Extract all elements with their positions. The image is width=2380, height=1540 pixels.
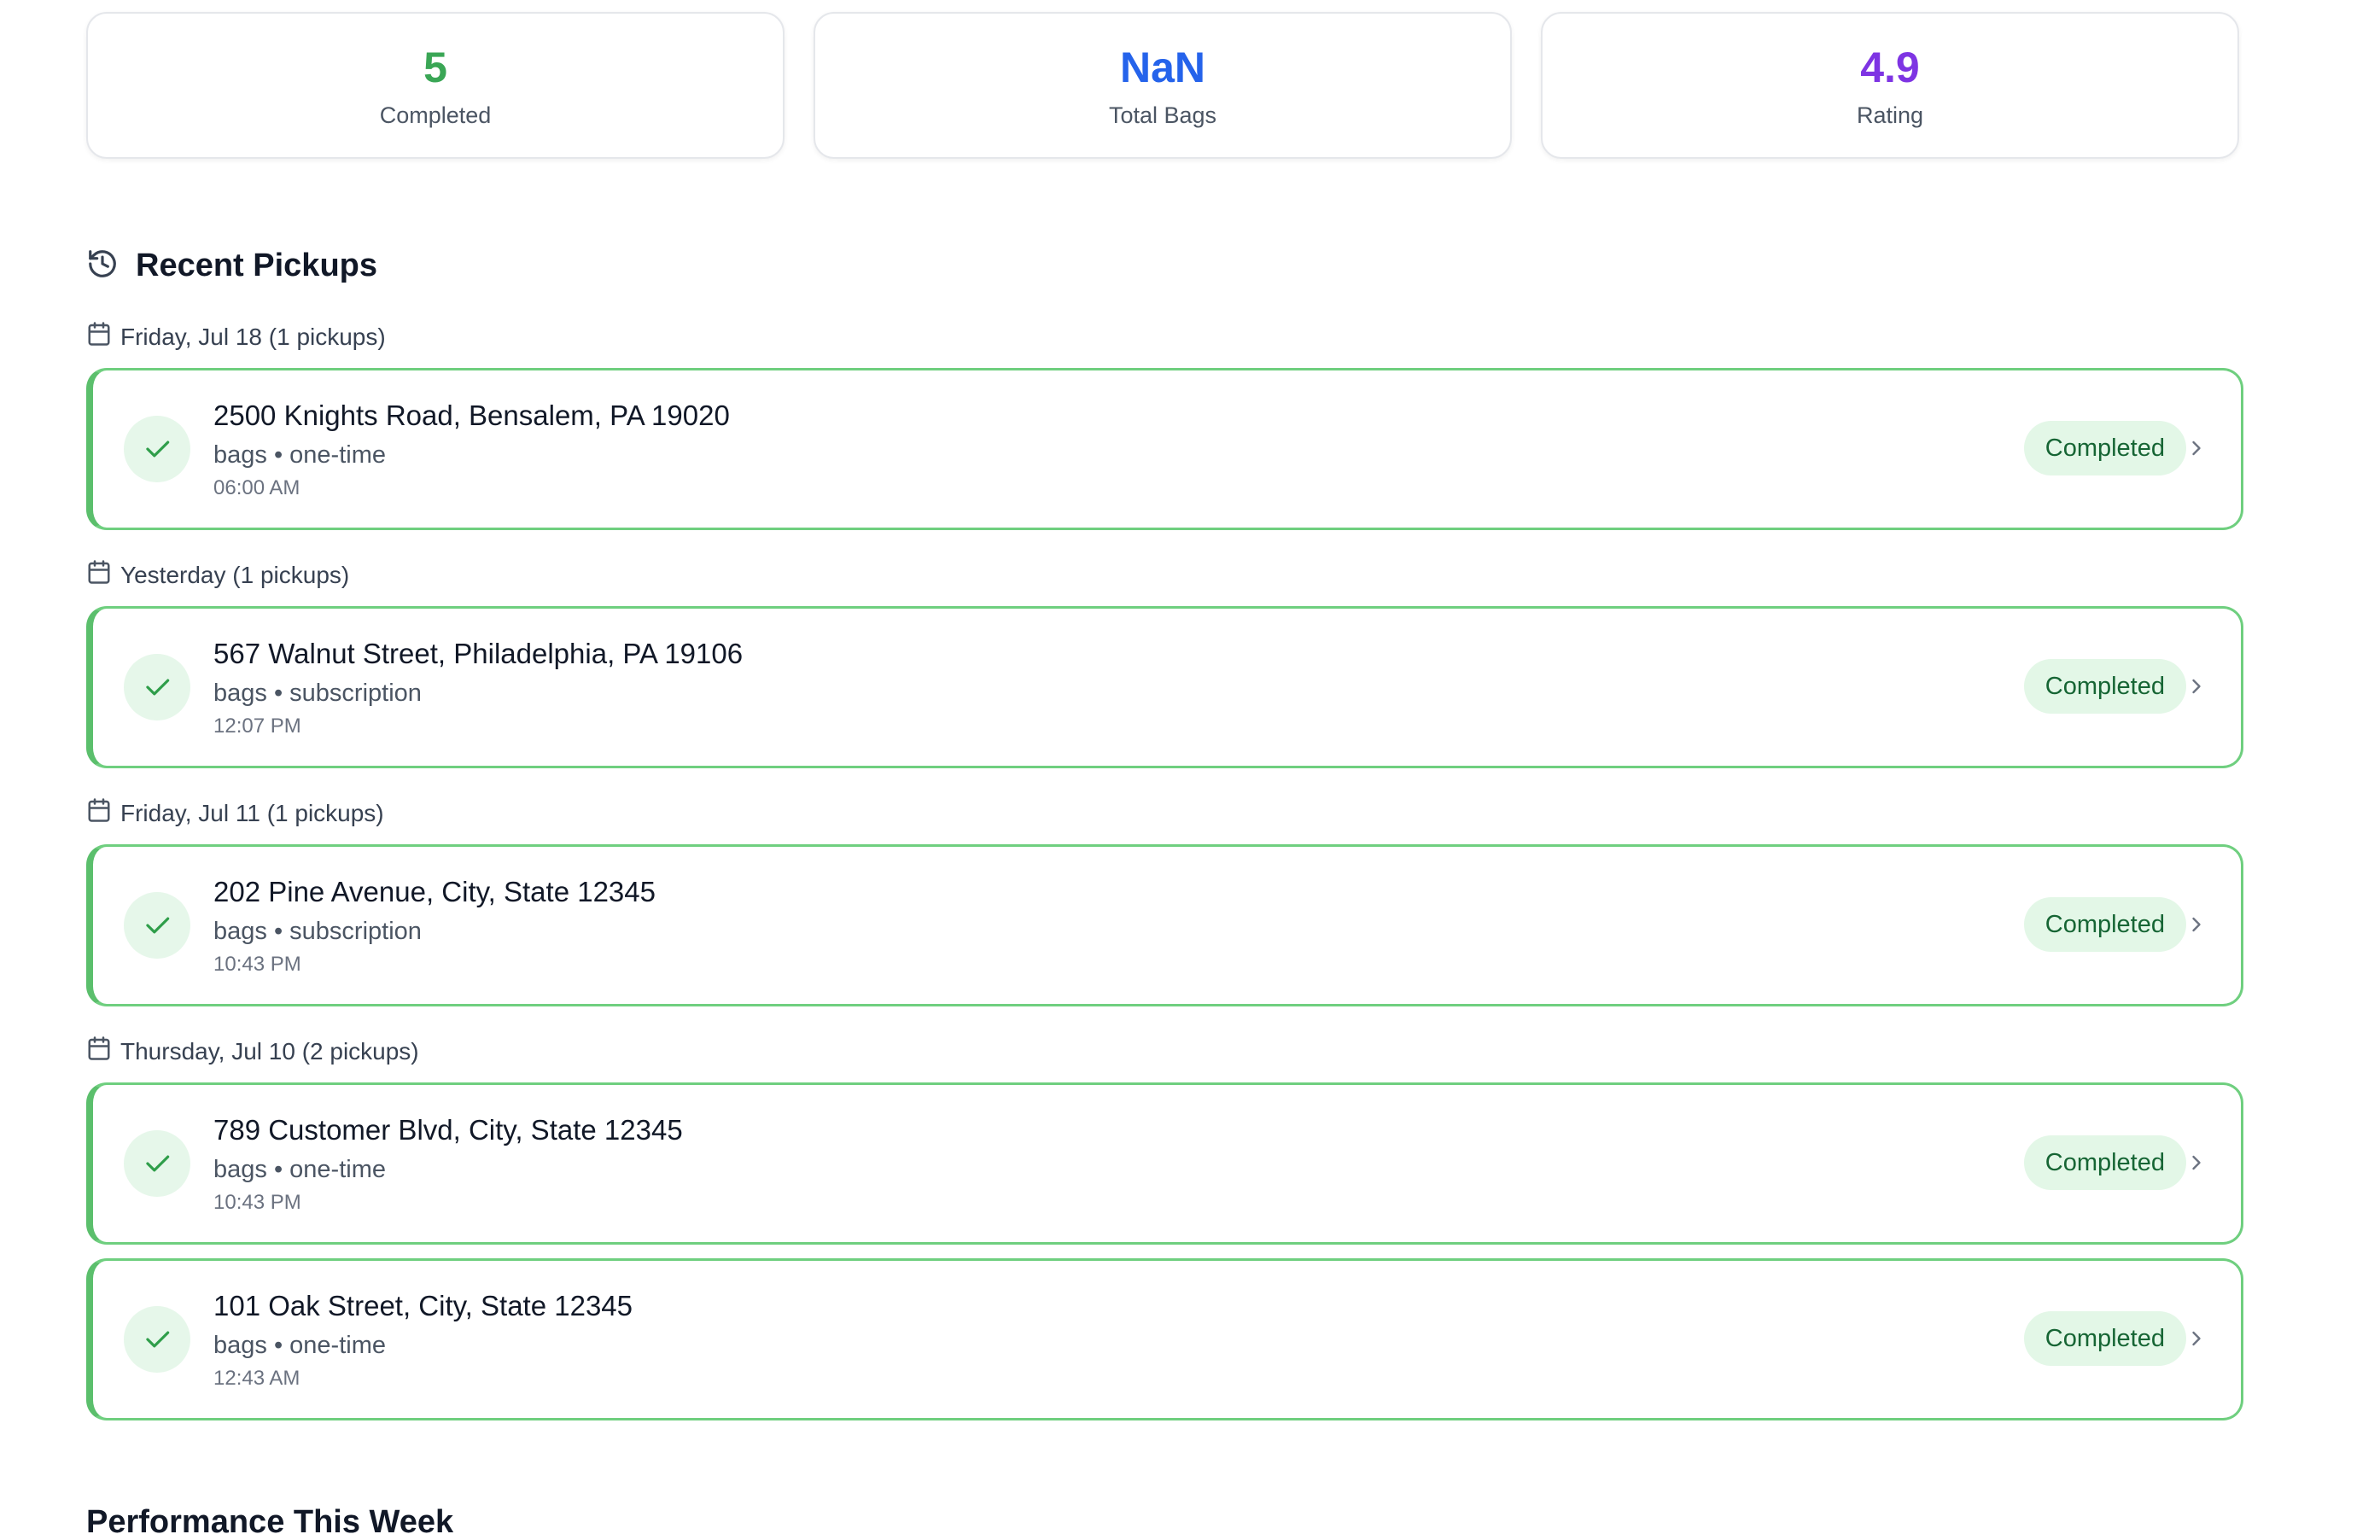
stat-card-rating: 4.9 Rating <box>1541 12 2239 159</box>
day-group-label: Thursday, Jul 10 (2 pickups) <box>120 1037 419 1065</box>
chevron-right-icon[interactable] <box>2185 1327 2208 1355</box>
pickup-address: 2500 Knights Road, Bensalem, PA 19020 <box>213 400 730 431</box>
status-badge: Completed <box>2023 1135 2186 1190</box>
day-group-header: Friday, Jul 11 (1 pickups) <box>86 797 384 829</box>
chevron-right-icon[interactable] <box>2185 1151 2208 1179</box>
pickup-address: 101 Oak Street, City, State 12345 <box>213 1290 633 1321</box>
check-icon <box>124 1130 190 1197</box>
status-badge: Completed <box>2023 659 2186 714</box>
pickup-card[interactable]: 202 Pine Avenue, City, State 12345 bags … <box>86 844 2243 1006</box>
status-badge: Completed <box>2023 897 2186 952</box>
section-title: Recent Pickups <box>136 248 377 283</box>
pickup-time: 10:43 PM <box>213 1191 301 1214</box>
chevron-right-icon[interactable] <box>2185 913 2208 941</box>
check-icon <box>124 654 190 720</box>
stat-value: 4.9 <box>1860 43 1920 91</box>
day-group-label: Friday, Jul 18 (1 pickups) <box>120 323 386 350</box>
pickup-address: 789 Customer Blvd, City, State 12345 <box>213 1114 683 1146</box>
day-group-header: Friday, Jul 18 (1 pickups) <box>86 321 386 353</box>
pickup-address: 567 Walnut Street, Philadelphia, PA 1910… <box>213 638 744 669</box>
chevron-right-icon[interactable] <box>2185 674 2208 703</box>
pickup-time: 12:43 AM <box>213 1367 300 1390</box>
pickup-meta: bags • one-time <box>213 1332 386 1359</box>
pickup-meta: bags • one-time <box>213 441 386 469</box>
performance-title: Performance This Week <box>86 1504 454 1540</box>
calendar-icon <box>86 321 112 353</box>
calendar-icon <box>86 797 112 829</box>
history-icon <box>86 248 119 284</box>
check-icon <box>124 892 190 959</box>
calendar-icon <box>86 559 112 591</box>
stat-label: Completed <box>379 102 492 128</box>
stat-label: Total Bags <box>1108 102 1217 128</box>
pickup-time: 12:07 PM <box>213 715 301 738</box>
stat-card-total-bags: NaN Total Bags <box>814 12 1512 159</box>
chevron-right-icon[interactable] <box>2185 436 2208 464</box>
pickup-meta: bags • one-time <box>213 1156 386 1183</box>
stat-label: Rating <box>1856 102 1924 128</box>
recent-pickups-header: Recent Pickups <box>86 248 377 284</box>
pickup-time: 10:43 PM <box>213 953 301 976</box>
calendar-icon <box>86 1035 112 1067</box>
stat-card-completed: 5 Completed <box>86 12 785 159</box>
day-group-header: Yesterday (1 pickups) <box>86 559 349 591</box>
pickup-card[interactable]: 2500 Knights Road, Bensalem, PA 19020 ba… <box>86 368 2243 530</box>
pickup-meta: bags • subscription <box>213 680 422 707</box>
status-badge: Completed <box>2023 421 2186 475</box>
day-group-header: Thursday, Jul 10 (2 pickups) <box>86 1035 419 1067</box>
check-icon <box>124 416 190 482</box>
pickup-time: 06:00 AM <box>213 476 300 499</box>
stat-value: 5 <box>423 43 447 91</box>
check-icon <box>124 1306 190 1373</box>
pickup-meta: bags • subscription <box>213 918 422 945</box>
pickup-card[interactable]: 567 Walnut Street, Philadelphia, PA 1910… <box>86 606 2243 768</box>
status-badge: Completed <box>2023 1311 2186 1366</box>
pickup-card[interactable]: 789 Customer Blvd, City, State 12345 bag… <box>86 1082 2243 1245</box>
stats-row: 5 Completed NaN Total Bags 4.9 Rating <box>86 12 2239 159</box>
stat-value: NaN <box>1119 43 1206 91</box>
day-group-label: Friday, Jul 11 (1 pickups) <box>120 799 384 826</box>
pickup-card[interactable]: 101 Oak Street, City, State 12345 bags •… <box>86 1258 2243 1420</box>
pickup-address: 202 Pine Avenue, City, State 12345 <box>213 876 656 907</box>
day-group-label: Yesterday (1 pickups) <box>120 561 350 588</box>
